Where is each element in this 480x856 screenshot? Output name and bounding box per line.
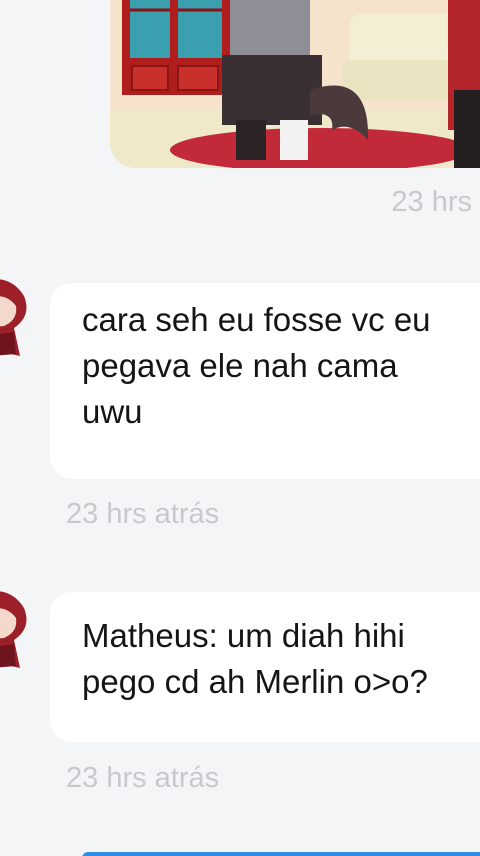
image-message[interactable] — [110, 0, 480, 168]
message-bubble[interactable]: cara seh eu fosse vc eu pegava ele nah c… — [50, 283, 480, 479]
next-message-edge[interactable] — [82, 852, 480, 856]
avatar[interactable] — [0, 276, 32, 362]
chat-screen: 23 hrs cara seh eu fosse vc eu pegava el… — [0, 0, 480, 856]
avatar-icon — [0, 591, 27, 668]
message-timestamp: 23 hrs atrás — [66, 498, 220, 530]
message-timestamp: 23 hrs atrás — [66, 762, 220, 794]
avatar[interactable] — [0, 588, 32, 674]
avatar-icon — [0, 279, 27, 356]
shared-image — [110, 0, 480, 168]
message-bubble[interactable]: Matheus: um diah hihi pego cd ah Merlin … — [50, 592, 480, 742]
message-timestamp: 23 hrs — [391, 186, 472, 218]
